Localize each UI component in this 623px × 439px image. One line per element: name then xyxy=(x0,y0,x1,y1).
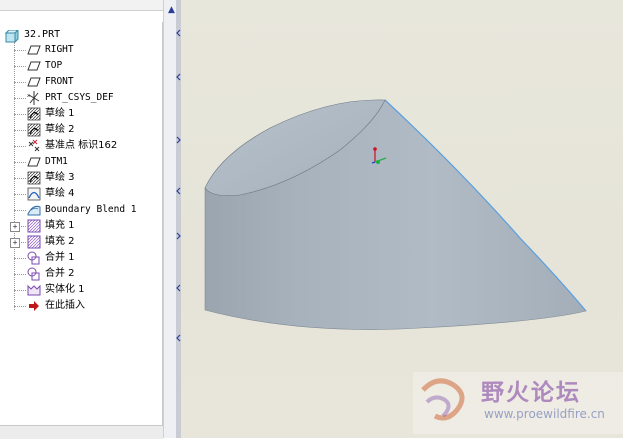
tree-item-label: 合并 2 xyxy=(45,268,75,279)
sketch-icon xyxy=(27,171,41,185)
expand-toggle[interactable]: + xyxy=(10,238,20,248)
tree-item-label: 草绘 1 xyxy=(45,108,75,119)
tree-item-top[interactable]: TOP xyxy=(0,58,162,74)
fill-icon xyxy=(27,235,41,249)
tree-item-fill-1[interactable]: + 填充 1 xyxy=(0,218,162,234)
tree-item-sketch-2[interactable]: 草绘 2 xyxy=(0,122,162,138)
tree-item-solidify-1[interactable]: 实体化 1 xyxy=(0,282,162,298)
merge-icon xyxy=(27,251,40,265)
tree-item-merge-2[interactable]: 合并 2 xyxy=(0,266,162,282)
merge-icon xyxy=(27,267,40,281)
tree-item-label: 填充 1 xyxy=(45,220,75,231)
tree-item-label: 填充 2 xyxy=(45,236,75,247)
scroll-up-icon[interactable]: ▲ xyxy=(167,6,176,15)
graphics-viewport[interactable]: 野火论坛 www.proewildfire.cn xyxy=(181,0,623,438)
tree-item-label: 草绘 2 xyxy=(45,124,75,135)
tree-item-front[interactable]: FRONT xyxy=(0,74,162,90)
watermark-title: 野火论坛 xyxy=(481,380,581,406)
tree-item-dtm1[interactable]: DTM1 xyxy=(0,154,162,170)
tree-item-datum-point[interactable]: 基准点 标识162 xyxy=(0,138,162,154)
tree-item-label: 基准点 标识162 xyxy=(45,140,118,151)
tree-item-insert-here[interactable]: 在此插入 xyxy=(0,298,162,314)
tree-item-label: Boundary Blend 1 xyxy=(45,204,137,215)
sketch-icon xyxy=(27,107,41,121)
tree-root-label: 32.PRT xyxy=(24,29,61,40)
tree-item-right[interactable]: RIGHT xyxy=(0,42,162,58)
datum-plane-icon xyxy=(27,45,41,55)
datum-plane-icon xyxy=(27,157,41,167)
tree-item-label: 实体化 1 xyxy=(45,284,85,295)
model-tree[interactable]: 32.PRT RIGHT TOP FRONT x PRT_CSYS_DEF 草绘… xyxy=(0,22,163,425)
solidify-icon xyxy=(27,284,41,296)
boundary-blend-icon xyxy=(27,205,41,216)
tree-item-label: 草绘 4 xyxy=(45,188,75,199)
datum-plane-icon xyxy=(27,61,41,71)
tree-item-label: TOP xyxy=(45,60,63,71)
tree-item-sketch-4[interactable]: 草绘 4 xyxy=(0,186,162,202)
tree-item-label: FRONT xyxy=(45,76,74,87)
tree-item-fill-2[interactable]: + 填充 2 xyxy=(0,234,162,250)
datum-plane-icon xyxy=(27,77,41,87)
tree-horizontal-scrollbar[interactable] xyxy=(0,425,163,439)
tree-item-sketch-1[interactable]: 草绘 1 xyxy=(0,106,162,122)
csys-icon: x xyxy=(27,91,40,105)
tree-item-label: PRT_CSYS_DEF xyxy=(45,92,114,103)
tree-item-label: 在此插入 xyxy=(45,300,85,311)
tree-item-label: RIGHT xyxy=(45,44,74,55)
tree-item-merge-1[interactable]: 合并 1 xyxy=(0,250,162,266)
tree-toolbar-strip xyxy=(0,0,163,11)
tree-item-label: 合并 1 xyxy=(45,252,75,263)
svg-text:x: x xyxy=(27,93,30,99)
sketch-icon xyxy=(27,187,41,201)
insert-here-arrow-icon xyxy=(29,301,39,311)
tree-item-label: DTM1 xyxy=(45,156,68,167)
tree-item-sketch-3[interactable]: 草绘 3 xyxy=(0,170,162,186)
fill-icon xyxy=(27,219,41,233)
tree-item-boundary-blend-1[interactable]: Boundary Blend 1 xyxy=(0,202,162,218)
tree-root[interactable]: 32.PRT xyxy=(0,26,162,43)
datum-point-icon xyxy=(28,139,40,152)
sketch-icon xyxy=(27,123,41,137)
watermark-url: www.proewildfire.cn xyxy=(484,407,605,421)
tree-item-label: 草绘 3 xyxy=(45,172,75,183)
expand-toggle[interactable]: + xyxy=(10,222,20,232)
tree-item-prt-csys-def[interactable]: x PRT_CSYS_DEF xyxy=(0,90,162,106)
